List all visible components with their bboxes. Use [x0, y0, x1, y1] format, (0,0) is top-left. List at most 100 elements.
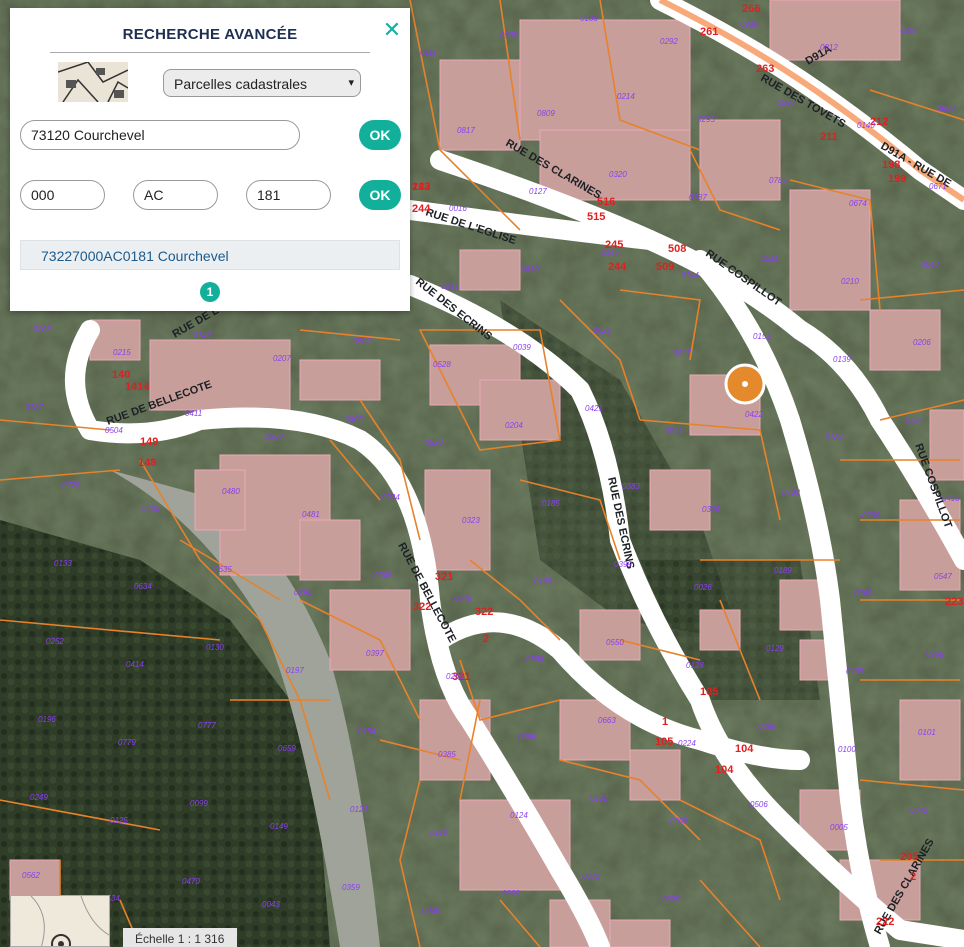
parcel-label: 0145: [601, 248, 619, 257]
parcel-label: 0936: [740, 20, 758, 29]
scale-label: Échelle 1 : 1 316: [123, 928, 237, 947]
parcel-label: 0411: [185, 409, 202, 418]
parcel-label: 0196: [38, 715, 56, 724]
parcel-label: 0470: [182, 877, 200, 886]
parcel-label: 0102: [590, 794, 608, 803]
road-number: 1: [662, 716, 668, 728]
parcel-label: 0189: [774, 566, 792, 575]
parcel-label: 0323: [462, 516, 480, 525]
parcel-label: 0399: [614, 560, 632, 569]
parcel-label: 0215: [113, 348, 131, 357]
parcel-label: 0410: [521, 265, 539, 274]
parcel-label: 0214: [617, 92, 635, 101]
road-number: 148: [138, 457, 156, 469]
road-number: 321: [435, 571, 453, 583]
parcel-label: 0320: [609, 170, 627, 179]
parcel-label: 0935: [500, 31, 518, 40]
parcel-label: 0139: [833, 355, 851, 364]
parcel-label: 0204: [505, 421, 523, 430]
parcel-label: 0100: [838, 745, 856, 754]
page-number[interactable]: 1: [200, 282, 220, 302]
road-number: 105: [655, 736, 673, 748]
parcel-label: 0643: [921, 260, 939, 269]
section-input[interactable]: AC: [133, 180, 218, 210]
parcel-label: 0396: [758, 722, 776, 731]
parcel-label: 0206: [913, 338, 931, 347]
parcel-label: 0527: [673, 349, 691, 358]
parcel-label: 0141: [441, 282, 459, 291]
parcel-label: 0149: [270, 822, 288, 831]
title-divider: [50, 52, 370, 53]
road-number: 222: [876, 916, 894, 928]
road-number: 322: [413, 601, 431, 613]
parcel-label: 0383: [622, 482, 640, 491]
parcel-label: 0339: [502, 889, 520, 898]
panel-title: RECHERCHE AVANCÉE: [122, 26, 298, 43]
parcel-label: 0200: [862, 511, 880, 520]
prefix-input[interactable]: 000: [20, 180, 105, 210]
parcel-label: 0208: [33, 325, 51, 334]
parcel-label: 0016: [449, 204, 467, 213]
road-number: 516: [597, 196, 615, 208]
parcel-label: 0151: [753, 332, 771, 341]
parcel-label: 0785: [926, 650, 944, 659]
parcel-label: 0550: [606, 638, 624, 647]
parcel-number-input[interactable]: 181: [246, 180, 331, 210]
parcel-label: 0777: [198, 721, 216, 730]
parcel-label: 0414: [126, 660, 144, 669]
parcel-label: 0817: [457, 126, 475, 135]
parcel-label: 0671: [929, 182, 947, 191]
parcel-label: 0545: [454, 594, 472, 603]
parcel-ok-button[interactable]: OK: [359, 180, 401, 210]
parcel-label: 0292: [294, 588, 312, 597]
road-number: 140: [112, 369, 130, 381]
cadastre-thumbnail: [58, 62, 128, 102]
road-number: 223: [945, 596, 963, 608]
close-icon[interactable]: ✕: [382, 19, 402, 41]
road-number: 1414: [125, 381, 150, 393]
parcel-label: 0195: [846, 667, 864, 676]
layer-select[interactable]: Parcelles cadastrales ▾: [163, 69, 361, 97]
parcel-label: 0154: [358, 727, 376, 736]
road-number: 104: [715, 764, 734, 776]
parcel-label: 0397: [366, 649, 384, 658]
parcel-label: 0130: [206, 643, 224, 652]
parcel-label: 0548: [374, 571, 392, 580]
parcel-label: 0642: [910, 806, 928, 815]
parcel-label: 0634: [134, 582, 152, 591]
parcel-label: 0039: [513, 343, 531, 352]
road-number: 2: [910, 871, 916, 883]
chevron-down-icon: ▾: [348, 77, 354, 89]
road-number: 205: [900, 851, 918, 863]
parcel-label: 0144: [681, 271, 699, 280]
road-number: 515: [587, 211, 605, 223]
parcel-label: 0547: [934, 572, 952, 581]
parcel-label: 0549: [854, 589, 872, 598]
parcel-label: 0483: [142, 504, 160, 513]
parcel-label: 0528: [433, 360, 451, 369]
parcel-label: 0184: [825, 433, 843, 442]
parcel-label: 0026: [694, 583, 712, 592]
parcel-label: 0384: [526, 655, 544, 664]
parcel-label: 0406: [345, 415, 363, 424]
layer-select-value: Parcelles cadastrales: [174, 76, 308, 92]
overview-minimap[interactable]: [10, 895, 110, 947]
road-number: 509: [656, 261, 674, 273]
parcel-label: 0295: [697, 115, 715, 124]
commune-ok-button[interactable]: OK: [359, 120, 401, 150]
parcel-label: 0779: [118, 738, 136, 747]
parcel-label: 0387: [25, 403, 43, 412]
parcel-label: 0211: [761, 254, 778, 263]
road-number: 2: [483, 633, 489, 645]
parcel-label: 0207: [273, 354, 291, 363]
search-result-item[interactable]: 73227000AC0181 Courchevel: [20, 240, 400, 270]
parcel-label: 0371: [582, 872, 600, 881]
parcel-label: 0505: [353, 337, 371, 346]
road-number: 198: [882, 159, 900, 171]
parcel-label: 0129: [766, 644, 784, 653]
parcel-label: 0038: [422, 906, 440, 915]
road-number: 222: [412, 181, 430, 193]
parcel-label: 0506: [750, 800, 768, 809]
commune-input[interactable]: 73120 Courchevel: [20, 120, 300, 150]
parcel-label: 0111: [420, 48, 437, 57]
